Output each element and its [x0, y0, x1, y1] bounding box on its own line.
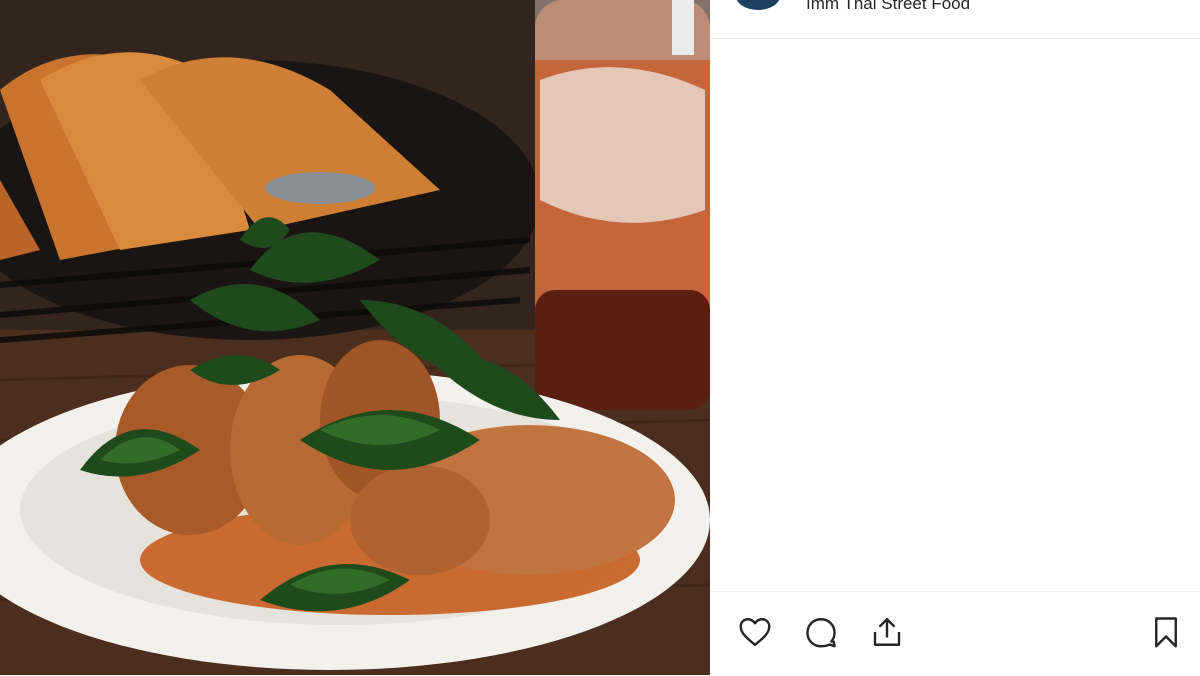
- action-bar: [710, 591, 1200, 676]
- account-name[interactable]: Imm Thai Street Food: [806, 0, 970, 14]
- bookmark-icon: [1155, 617, 1177, 648]
- thai-tea-jar: [535, 0, 710, 410]
- comments-area: [710, 39, 1200, 591]
- food-photo-illustration: [0, 0, 710, 675]
- post-header: Imm Thai Street Food: [710, 0, 1200, 39]
- heart-icon: [739, 618, 771, 646]
- share-upload-icon: [873, 618, 901, 646]
- share-button[interactable]: [867, 612, 907, 652]
- comment-bubble-icon: [806, 618, 836, 648]
- save-button[interactable]: [1146, 612, 1186, 652]
- comment-button[interactable]: [801, 612, 841, 652]
- like-button[interactable]: [735, 612, 775, 652]
- account-avatar[interactable]: [736, 0, 780, 10]
- post-photo[interactable]: [0, 0, 710, 675]
- post-details-panel: Imm Thai Street Food: [710, 0, 1200, 675]
